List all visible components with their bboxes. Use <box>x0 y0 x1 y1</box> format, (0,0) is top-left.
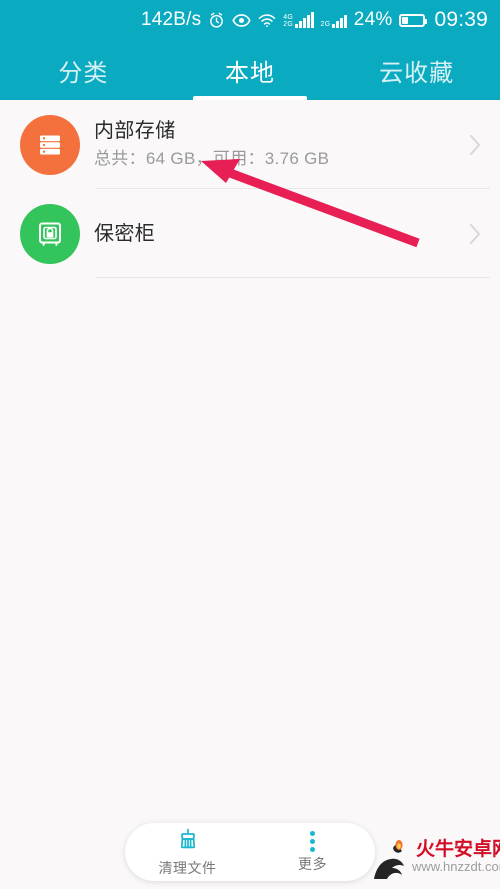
list-item-subtitle: 总共：64 GB，可用：3.76 GB <box>94 149 330 168</box>
tab-local[interactable]: 本地 <box>167 40 334 100</box>
storage-list: 内部存储 总共：64 GB，可用：3.76 GB 保密柜 <box>0 100 500 278</box>
chevron-right-icon[interactable] <box>460 221 490 247</box>
list-item-title: 保密柜 <box>94 222 156 245</box>
bottom-item-clean-files[interactable]: 清理文件 <box>125 823 250 881</box>
phone-screen: 142B/s 4G 2G 2G 24% 09:39 分类 本地 云收藏 内部存储… <box>0 0 500 889</box>
bottom-toolbar-pill: 清理文件 更多 <box>125 823 375 881</box>
list-item-title: 内部存储 <box>94 120 176 142</box>
signal-4g-2g-icon: 4G 2G <box>283 12 314 28</box>
tab-categories-label: 分类 <box>58 59 109 87</box>
signal-label-2g-sim2: 2G <box>320 21 331 28</box>
battery-icon <box>399 13 428 27</box>
chevron-right-icon[interactable] <box>460 132 490 158</box>
list-item-internal-storage[interactable]: 内部存储 总共：64 GB，可用：3.76 GB <box>0 100 500 189</box>
storage-server-icon <box>20 114 80 175</box>
bottom-item-more-label: 更多 <box>298 856 327 872</box>
bottom-item-clean-files-label: 清理文件 <box>158 859 217 876</box>
list-item-safe-vault[interactable]: 保密柜 <box>0 189 500 278</box>
tab-cloud-favorites[interactable]: 云收藏 <box>333 40 500 100</box>
status-bar-right-cluster: 142B/s 4G 2G 2G 24% 09:39 <box>141 8 488 32</box>
list-item-safe-vault-body: 保密柜 <box>94 221 460 247</box>
signal-label-2g: 2G <box>283 21 294 28</box>
status-bar-clock: 09:39 <box>434 8 488 31</box>
battery-percent-text: 24% <box>353 9 393 30</box>
battery-fill <box>402 16 408 24</box>
tab-local-label: 本地 <box>225 59 275 87</box>
list-item-internal-storage-body: 内部存储 总共：64 GB，可用：3.76 GB <box>94 118 460 171</box>
tab-cloud-favorites-label: 云收藏 <box>379 59 455 87</box>
more-dots-icon <box>310 830 315 852</box>
status-bar: 142B/s 4G 2G 2G 24% 09:39 <box>0 0 500 40</box>
list-divider <box>95 277 490 278</box>
signal-label-4g: 4G <box>283 14 294 21</box>
tab-bar: 分类 本地 云收藏 <box>0 40 500 100</box>
bottom-item-more[interactable]: 更多 <box>250 823 375 881</box>
wifi-icon <box>258 13 276 28</box>
signal-2g-icon: 2G <box>321 12 347 28</box>
tab-categories[interactable]: 分类 <box>0 40 167 100</box>
alarm-clock-icon <box>208 12 225 29</box>
safe-lock-icon <box>20 203 80 264</box>
network-speed-text: 142B/s <box>140 9 202 30</box>
eye-icon <box>232 13 251 28</box>
bottom-toolbar: 清理文件 更多 <box>0 810 500 889</box>
broom-clean-icon <box>176 827 200 856</box>
